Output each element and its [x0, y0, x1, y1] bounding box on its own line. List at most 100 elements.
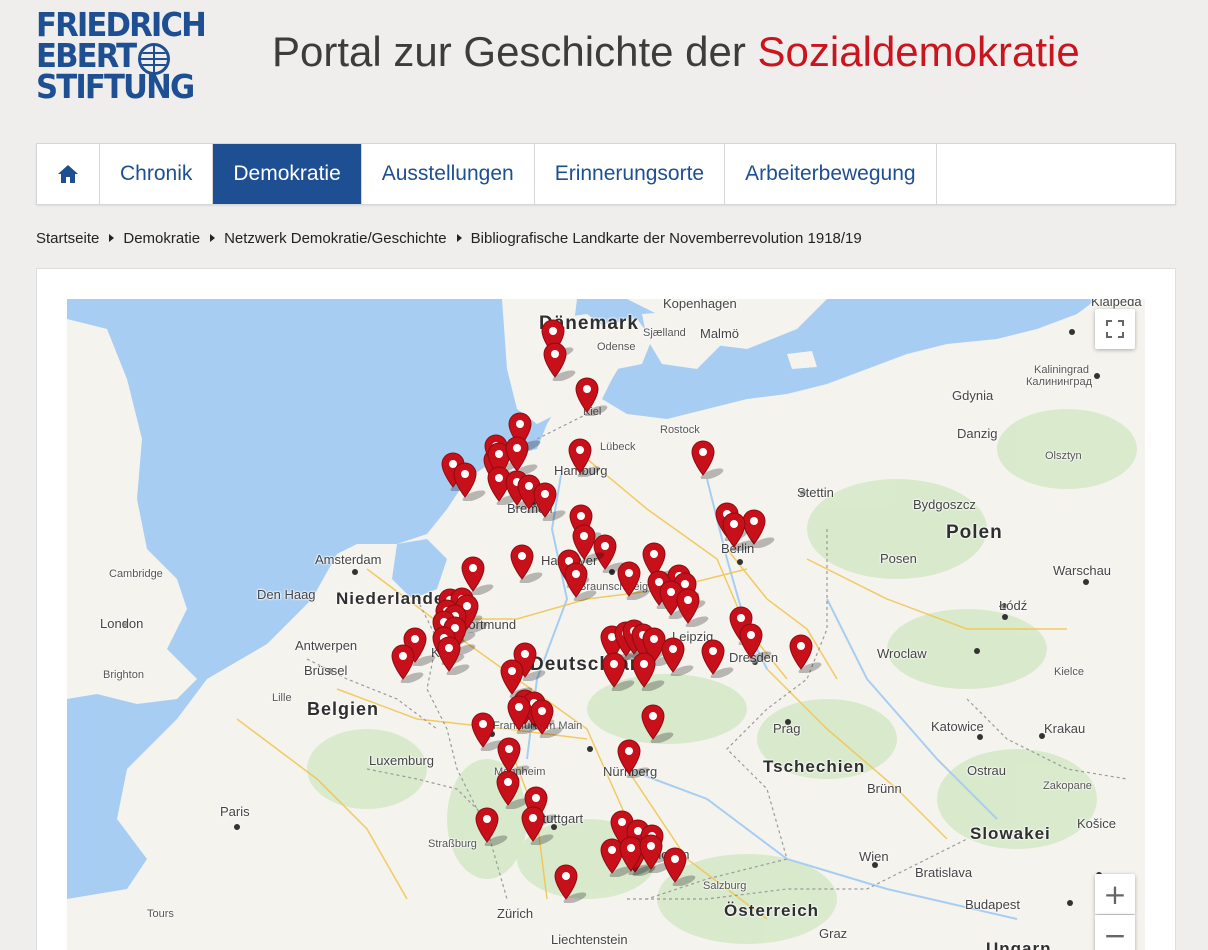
map-label-zakopane: Zakopane — [1043, 780, 1092, 792]
map-pin-icon — [530, 699, 563, 739]
map-label-amsterdam: Amsterdam — [315, 552, 382, 567]
map-label-kielce: Kielce — [1054, 666, 1084, 678]
map-label-slowakei: Slowakei — [970, 824, 1051, 843]
map-marker-pin[interactable] — [470, 711, 504, 752]
map-marker-pin[interactable] — [452, 461, 486, 502]
map-pin-icon — [391, 644, 424, 684]
map-marker-pin[interactable] — [700, 638, 734, 679]
map-label-belgien: Belgien — [307, 699, 380, 719]
map-pin-icon — [641, 704, 674, 744]
zoom-out-button[interactable]: − — [1095, 915, 1135, 950]
map-label-kaliningrad: Kaliningrad — [1034, 364, 1090, 376]
map-label-liechtenstein: Liechtenstein — [551, 932, 628, 947]
map-marker-pin[interactable] — [721, 511, 755, 552]
map-label-tschechien: Tschechien — [763, 757, 866, 776]
nav-ausstellungen[interactable]: Ausstellungen — [362, 144, 535, 204]
map-pin-icon — [739, 623, 772, 663]
breadcrumb-startseite[interactable]: Startseite — [36, 230, 99, 247]
map-marker-pin[interactable] — [571, 523, 605, 564]
map-marker-pin[interactable] — [675, 587, 709, 628]
map-marker-pin[interactable] — [631, 651, 665, 692]
map-label-paris: Paris — [220, 804, 250, 819]
breadcrumb-separator-icon — [109, 234, 115, 242]
breadcrumb-netzwerk[interactable]: Netzwerk Demokratie/Geschichte — [224, 230, 447, 247]
map-label-strassburg: Straßburg — [428, 838, 477, 850]
map-label-danzig: Danzig — [957, 426, 998, 441]
map-marker-pin[interactable] — [474, 806, 508, 847]
map-label-olsztyn: Olsztyn — [1045, 450, 1082, 462]
breadcrumb-separator-icon — [456, 234, 462, 242]
zoom-in-button[interactable]: + — [1095, 874, 1135, 914]
map-marker-pin[interactable] — [690, 439, 724, 480]
map-label-ungarn: Ungarn — [986, 939, 1052, 950]
map-pin-icon — [691, 440, 724, 480]
fullscreen-button[interactable] — [1095, 309, 1135, 349]
map-marker-pin[interactable] — [601, 651, 635, 692]
map-label-lille: Lille — [272, 692, 292, 704]
nav-erinnerungsorte[interactable]: Erinnerungsorte — [535, 144, 726, 204]
breadcrumb: Startseite Demokratie Netzwerk Demokrati… — [36, 228, 862, 248]
site-title-prefix: Portal zur Geschichte der — [272, 28, 758, 75]
map-marker-pin[interactable] — [542, 341, 576, 382]
map-label-cambridge: Cambridge — [109, 568, 163, 580]
map-label-tours: Tours — [147, 908, 174, 920]
site-title: Portal zur Geschichte der Sozialdemokrat… — [272, 28, 1080, 76]
map-label-bydgoszcz: Bydgoszcz — [913, 497, 976, 512]
map-label-antwerpen: Antwerpen — [295, 638, 358, 653]
home-icon — [58, 165, 78, 183]
map-label-budapest: Budapest — [965, 897, 1020, 912]
map-label-warschau: Warschau — [1053, 563, 1112, 578]
map-marker-pin[interactable] — [553, 863, 587, 904]
map-label-salzburg: Salzburg — [703, 880, 747, 892]
map-pin-icon — [572, 524, 605, 564]
map-label-ostrau: Ostrau — [967, 763, 1007, 778]
map-pin-icon — [568, 438, 601, 478]
map-marker-pin[interactable] — [567, 437, 601, 478]
map-marker-pin[interactable] — [520, 805, 554, 846]
map-label-brighton: Brighton — [103, 669, 144, 681]
map-marker-pin[interactable] — [788, 633, 822, 674]
map-label-stettin: Stettin — [797, 485, 834, 500]
breadcrumb-demokratie[interactable]: Demokratie — [123, 230, 200, 247]
map-label-luxemburg: Luxemburg — [369, 753, 435, 768]
map-marker-pin[interactable] — [574, 376, 608, 417]
fes-logo[interactable]: FRIEDRICH EBERT STIFTUNG — [36, 8, 207, 106]
nav-arbeiterbewegung[interactable]: Arbeiterbewegung — [725, 144, 937, 204]
map-label-bruenn: Brünn — [867, 781, 902, 796]
map-pin-icon — [543, 342, 576, 382]
map-marker-pin[interactable] — [616, 560, 650, 601]
map-pin-icon — [510, 544, 543, 584]
map-marker-pin[interactable] — [390, 643, 424, 684]
logo-line-3: STIFTUNG — [36, 67, 195, 106]
map-pin-icon — [789, 634, 822, 674]
map-marker-pin[interactable] — [616, 738, 650, 779]
map-label-wien: Wien — [859, 849, 889, 864]
main-nav: Chronik Demokratie Ausstellungen Erinner… — [36, 143, 1176, 205]
map-marker-pin[interactable] — [495, 769, 529, 810]
map-pin-icon — [521, 806, 554, 846]
map-label-rostock: Rostock — [660, 424, 700, 436]
map-marker-pin[interactable] — [529, 698, 563, 739]
map-label-oesterreich: Österreich — [724, 901, 820, 920]
map-label-london: London — [100, 616, 144, 631]
map-pin-icon — [475, 807, 508, 847]
map-marker-pin[interactable] — [662, 846, 696, 887]
breadcrumb-separator-icon — [210, 234, 216, 242]
map-label-bruessel: Brüssel — [304, 663, 348, 678]
nav-chronik[interactable]: Chronik — [100, 144, 214, 204]
map-marker-pin[interactable] — [738, 622, 772, 663]
site-title-accent: Sozialdemokratie — [757, 28, 1080, 75]
map-marker-pin[interactable] — [563, 561, 597, 602]
map-label-den-haag: Den Haag — [257, 587, 316, 602]
nav-demokratie[interactable]: Demokratie — [213, 144, 362, 204]
map-marker-pin[interactable] — [509, 543, 543, 584]
fullscreen-icon — [1106, 320, 1124, 338]
map-pin-icon — [663, 847, 696, 887]
map-marker-pin[interactable] — [532, 481, 566, 522]
map-marker-pin[interactable] — [640, 703, 674, 744]
revolution-map[interactable]: Dänemark Kopenhagen Klaipeda Odense Sjæl… — [67, 299, 1145, 950]
map-label-malmoe: Malmö — [700, 326, 740, 341]
map-label-odense: Odense — [597, 341, 636, 353]
map-marker-pin[interactable] — [660, 636, 694, 677]
nav-home[interactable] — [37, 144, 100, 204]
